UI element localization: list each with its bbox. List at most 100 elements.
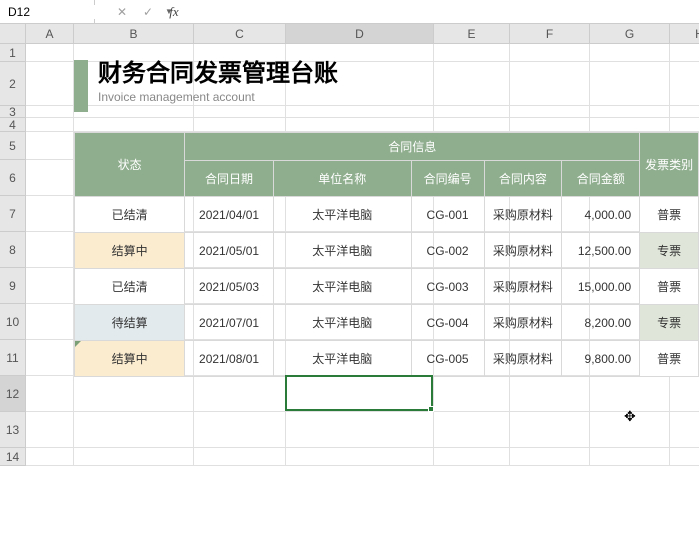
cell[interactable] — [434, 412, 510, 448]
cell[interactable] — [510, 376, 590, 412]
cell[interactable] — [26, 132, 74, 160]
cell[interactable] — [510, 118, 590, 132]
cell-content[interactable]: 采购原材料 — [484, 341, 562, 377]
cell-unit[interactable]: 太平洋电脑 — [273, 233, 411, 269]
cell[interactable] — [590, 44, 670, 62]
cell-invoice-type[interactable]: 专票 — [640, 233, 699, 269]
cell-amount[interactable]: 8,200.00 — [562, 305, 640, 341]
cell-amount[interactable]: 15,000.00 — [562, 269, 640, 305]
fx-button[interactable]: fx — [161, 0, 187, 23]
cell[interactable] — [510, 412, 590, 448]
cell-date[interactable]: 2021/05/03 — [185, 269, 273, 305]
cell[interactable] — [510, 44, 590, 62]
cell-amount[interactable]: 9,800.00 — [562, 341, 640, 377]
cell-amount[interactable]: 4,000.00 — [562, 197, 640, 233]
cell[interactable] — [26, 304, 74, 340]
cell[interactable] — [434, 62, 510, 106]
cell[interactable] — [510, 62, 590, 106]
cell-unit[interactable]: 太平洋电脑 — [273, 197, 411, 233]
cell-content[interactable]: 采购原材料 — [484, 305, 562, 341]
cell[interactable] — [670, 376, 699, 412]
cell[interactable] — [286, 412, 434, 448]
cell[interactable] — [26, 196, 74, 232]
cell[interactable] — [194, 118, 286, 132]
cell[interactable] — [74, 376, 194, 412]
cell-invoice-type[interactable]: 普票 — [640, 341, 699, 377]
cell-date[interactable]: 2021/08/01 — [185, 341, 273, 377]
cell[interactable] — [194, 412, 286, 448]
cell[interactable] — [670, 448, 699, 466]
cell[interactable] — [590, 448, 670, 466]
formula-input[interactable] — [187, 5, 699, 19]
cell[interactable] — [26, 106, 74, 118]
col-header-G[interactable]: G — [590, 24, 670, 44]
cell[interactable] — [26, 268, 74, 304]
cell[interactable] — [434, 106, 510, 118]
cell-status[interactable]: 已结清 — [75, 197, 185, 233]
cell[interactable] — [26, 376, 74, 412]
cell-amount[interactable]: 12,500.00 — [562, 233, 640, 269]
col-header-E[interactable]: E — [434, 24, 510, 44]
cell[interactable] — [434, 44, 510, 62]
cell[interactable] — [74, 118, 194, 132]
cell-unit[interactable]: 太平洋电脑 — [273, 269, 411, 305]
cell-date[interactable]: 2021/05/01 — [185, 233, 273, 269]
row-header-9[interactable]: 9 — [0, 268, 26, 304]
cell[interactable] — [26, 340, 74, 376]
row-header-5[interactable]: 5 — [0, 132, 26, 160]
cell-code[interactable]: CG-005 — [411, 341, 484, 377]
cell-content[interactable]: 采购原材料 — [484, 197, 562, 233]
cell-invoice-type[interactable]: 普票 — [640, 197, 699, 233]
cell-code[interactable]: CG-002 — [411, 233, 484, 269]
cell[interactable] — [670, 44, 699, 62]
row-header-6[interactable]: 6 — [0, 160, 26, 196]
col-header-H[interactable]: H — [670, 24, 699, 44]
cell-code[interactable]: CG-001 — [411, 197, 484, 233]
cell-content[interactable]: 采购原材料 — [484, 233, 562, 269]
select-all-corner[interactable] — [0, 24, 26, 44]
cell[interactable] — [590, 106, 670, 118]
row-header-10[interactable]: 10 — [0, 304, 26, 340]
cell[interactable] — [590, 118, 670, 132]
row-header-4[interactable]: 4 — [0, 118, 26, 132]
cell-code[interactable]: CG-004 — [411, 305, 484, 341]
cell[interactable] — [26, 412, 74, 448]
row-header-8[interactable]: 8 — [0, 232, 26, 268]
cell[interactable] — [194, 376, 286, 412]
cell-invoice-type[interactable]: 专票 — [640, 305, 699, 341]
row-header-14[interactable]: 14 — [0, 448, 26, 466]
cell-status[interactable]: 已结清 — [75, 269, 185, 305]
row-header-13[interactable]: 13 — [0, 412, 26, 448]
row-header-2[interactable]: 2 — [0, 62, 26, 106]
row-header-1[interactable]: 1 — [0, 44, 26, 62]
cell[interactable] — [286, 376, 434, 412]
cell[interactable] — [670, 62, 699, 106]
cell-content[interactable]: 采购原材料 — [484, 269, 562, 305]
cell[interactable] — [434, 448, 510, 466]
cell[interactable] — [74, 448, 194, 466]
cell-status[interactable]: 结算中 — [75, 233, 185, 269]
cell-status[interactable]: 待结算 — [75, 305, 185, 341]
cell-date[interactable]: 2021/07/01 — [185, 305, 273, 341]
cell-code[interactable]: CG-003 — [411, 269, 484, 305]
cell[interactable] — [26, 448, 74, 466]
cell-date[interactable]: 2021/04/01 — [185, 197, 273, 233]
cell[interactable] — [510, 106, 590, 118]
cell[interactable] — [26, 62, 74, 106]
row-header-3[interactable]: 3 — [0, 106, 26, 118]
cell[interactable] — [510, 448, 590, 466]
cell[interactable] — [670, 118, 699, 132]
cell-unit[interactable]: 太平洋电脑 — [273, 341, 411, 377]
cell[interactable] — [434, 376, 510, 412]
cell[interactable] — [74, 412, 194, 448]
cell[interactable] — [26, 118, 74, 132]
cell[interactable] — [194, 448, 286, 466]
cell[interactable] — [670, 412, 699, 448]
row-header-11[interactable]: 11 — [0, 340, 26, 376]
cell[interactable] — [590, 62, 670, 106]
col-header-D[interactable]: D — [286, 24, 434, 44]
col-header-A[interactable]: A — [26, 24, 74, 44]
col-header-C[interactable]: C — [194, 24, 286, 44]
cell-unit[interactable]: 太平洋电脑 — [273, 305, 411, 341]
col-header-B[interactable]: B — [74, 24, 194, 44]
